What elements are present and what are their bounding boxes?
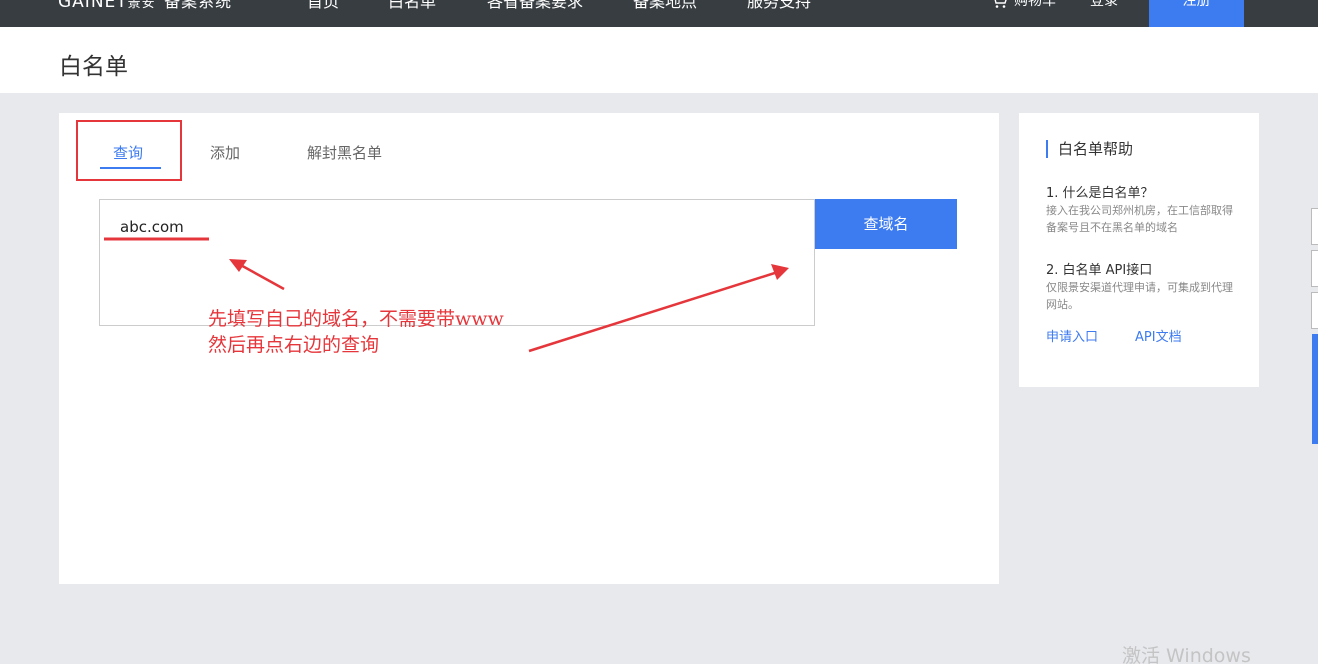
help-answer-2: 仅限景安渠道代理申请，可集成到代理网站。 — [1046, 281, 1233, 311]
logo-cn: 景安 — [127, 0, 156, 11]
nav-whitelist[interactable]: 白名单 — [388, 0, 436, 15]
logo-text: GAINET — [58, 0, 128, 12]
float-side-button-2[interactable] — [1311, 250, 1318, 287]
cart-label: 购物车 — [1014, 0, 1056, 9]
site-logo[interactable]: GAINET景安 备案系统 — [58, 0, 232, 15]
cart-link[interactable]: 购物车 — [990, 0, 1056, 15]
help-question-1: 1. 什么是白名单？ — [1046, 186, 1154, 201]
help-answer-1: 接入在我公司郑州机房，在工信部取得备案号且不在黑名单的域名 — [1046, 204, 1233, 234]
annotation-arrows — [104, 237, 789, 353]
nav-province-requirements[interactable]: 各省备案要求 — [487, 0, 583, 15]
register-label: 注册 — [1182, 0, 1211, 9]
float-side-panel[interactable] — [1312, 334, 1318, 444]
float-side-button-1[interactable] — [1311, 208, 1318, 245]
page-title: 白名单 — [59, 54, 128, 80]
top-nav-bar: GAINET景安 备案系统 首页 白名单 各省备案要求 备案地点 服务支持 购物… — [0, 0, 1318, 27]
whitelist-panel: 查询 添加 解封黑名单 查域名 先填写自己的域名，不需要带www 然后再点右边的… — [59, 113, 999, 584]
nav-service-support[interactable]: 服务支持 — [747, 0, 811, 15]
help-question-2: 2. 白名单 API接口 — [1046, 263, 1153, 278]
help-title: 白名单帮助 — [1046, 140, 1133, 158]
float-side-button-3[interactable] — [1311, 292, 1318, 329]
windows-activation-watermark: 激活 Windows — [1122, 645, 1251, 664]
annotation-arrow-right — [528, 264, 789, 353]
whitelist-help-panel: 白名单帮助 1. 什么是白名单？ 接入在我公司郑州机房，在工信部取得备案号且不在… — [1019, 113, 1259, 387]
register-button[interactable]: 注册 — [1149, 0, 1244, 27]
logo-system-name: 备案系统 — [164, 0, 233, 11]
nav-home[interactable]: 首页 — [307, 0, 339, 15]
page-header: 白名单 — [0, 27, 1318, 93]
apply-entry-link[interactable]: 申请入口 — [1046, 326, 1098, 345]
annotation-arrow-left — [229, 259, 285, 291]
api-docs-link[interactable]: API文档 — [1135, 326, 1182, 345]
cart-icon — [994, 0, 1007, 8]
login-link[interactable]: 登录 — [1090, 0, 1118, 15]
nav-filing-locations[interactable]: 备案地点 — [633, 0, 697, 15]
